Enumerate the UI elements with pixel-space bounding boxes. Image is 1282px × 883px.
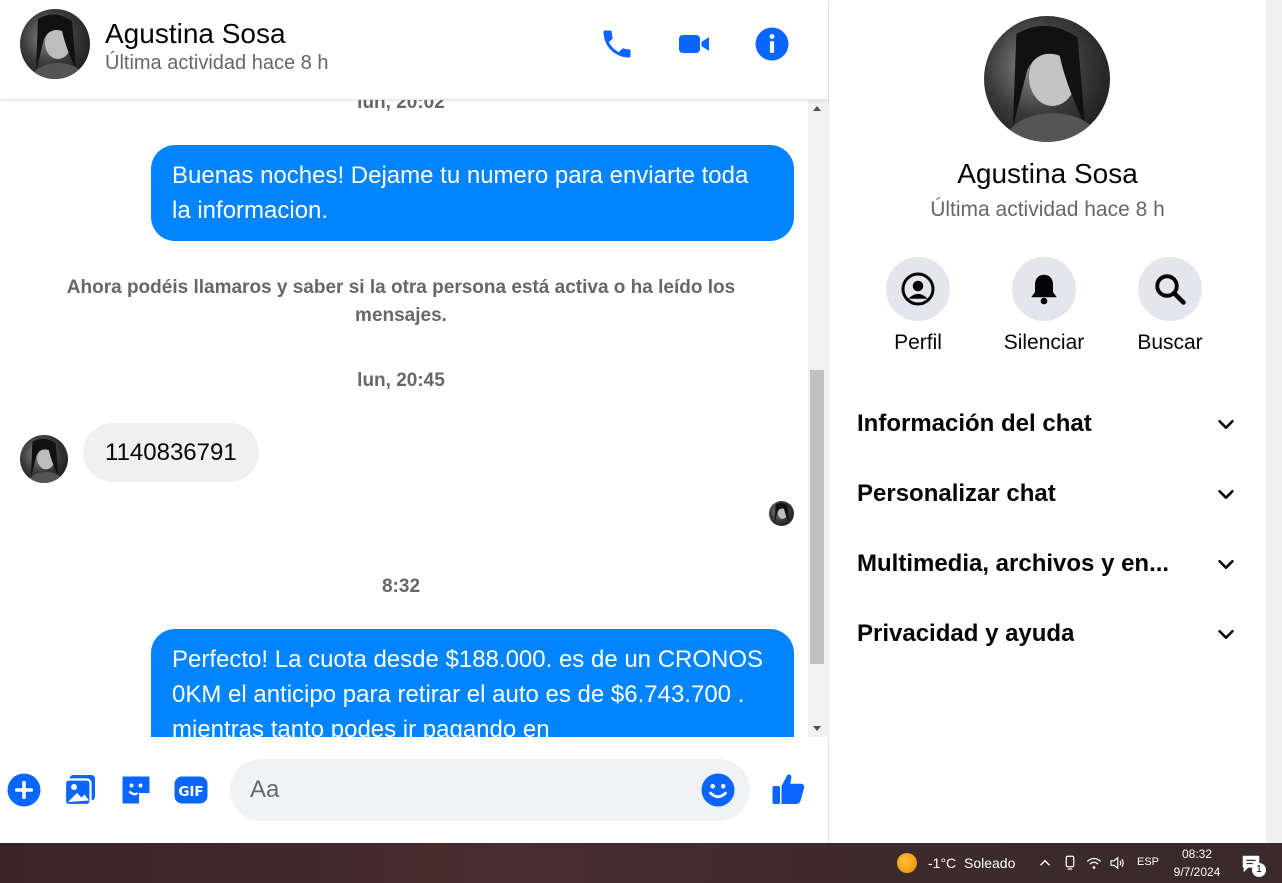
wifi-icon [1086,857,1102,869]
profile-icon [901,272,935,306]
section-title: Privacidad y ayuda [857,620,1075,647]
profile-action[interactable]: Perfil [858,257,978,355]
section-customize-chat[interactable]: Personalizar chat [857,469,1237,519]
chevron-down-icon [1218,489,1234,499]
video-camera-icon [679,35,709,53]
svg-text:GIF: GIF [178,784,203,800]
sun-icon[interactable] [897,853,917,873]
section-privacy-help[interactable]: Privacidad y ayuda [857,609,1237,659]
conversation-info-button[interactable] [752,24,792,64]
window-right-edge [1266,0,1282,843]
scroll-thumb[interactable] [810,370,824,664]
timestamp: lun, 20:45 [357,370,445,391]
photo-icon [63,775,95,807]
add-icon [7,773,41,807]
emoji-icon [701,773,735,807]
chevron-up-icon [1040,859,1050,866]
more-actions-button[interactable] [6,772,42,808]
emoji-button[interactable] [700,772,736,808]
section-chat-info[interactable]: Información del chat [857,399,1237,449]
tray-network-button[interactable] [1085,854,1103,872]
system-notice: Ahora podéis llamaros y saber si la otra… [66,277,736,326]
sender-avatar[interactable] [20,435,68,483]
taskbar: -1°C Soleado ESP 08:32 9/7/2024 1 [0,843,1282,883]
conversation-info-panel: Agustina Sosa Última actividad hace 8 h … [829,0,1266,843]
video-call-button[interactable] [674,24,714,64]
send-like-button[interactable] [771,771,807,807]
contact-status: Última actividad hace 8 h [105,52,329,74]
chevron-down-icon [1218,559,1234,569]
tray-device-button[interactable] [1061,854,1079,872]
chevron-down-icon [1218,629,1234,639]
voice-call-button[interactable] [597,24,637,64]
section-title: Multimedia, archivos y en... [857,550,1170,577]
device-icon [1065,855,1075,870]
contact-name[interactable]: Agustina Sosa [105,18,286,50]
attach-photo-button[interactable] [62,772,98,808]
tray-overflow-button[interactable] [1036,854,1054,872]
gif-icon: GIF [174,776,208,804]
message-scrollbar[interactable] [808,100,828,737]
weather-temperature[interactable]: -1°C [928,855,956,871]
profile-action-label: Perfil [894,331,942,354]
outgoing-message[interactable]: Perfecto! La cuota desde $188.000. es de… [151,629,794,737]
section-title: Personalizar chat [857,480,1056,507]
message-list[interactable]: lun, 20:02 Buenas noches! Dejame tu nume… [0,100,808,737]
speaker-icon [1110,856,1124,870]
chat-pane: Agustina Sosa Última actividad hace 8 h … [0,0,828,843]
sticker-icon [122,776,150,804]
gif-button[interactable]: GIF [173,772,209,808]
timestamp: 8:32 [381,576,421,597]
contact-avatar[interactable] [20,9,90,79]
timestamp: lun, 20:02 [357,100,445,113]
like-icon [772,774,805,804]
clock-date[interactable]: 9/7/2024 [1166,865,1228,879]
section-media-files[interactable]: Multimedia, archivos y en... [857,539,1237,589]
composer: GIF [0,737,828,843]
bell-icon [1031,274,1057,305]
scroll-up-arrow[interactable] [813,106,821,111]
scroll-down-arrow[interactable] [813,726,821,731]
search-icon [1155,274,1186,305]
message-input[interactable] [250,759,690,821]
info-icon [755,27,789,61]
incoming-message[interactable]: 1140836791 [83,423,259,482]
search-action[interactable]: Buscar [1110,257,1230,355]
read-receipt-avatar [769,501,794,526]
clock-time[interactable]: 08:32 [1172,847,1222,861]
search-action-label: Buscar [1137,331,1203,354]
mute-action[interactable]: Silenciar [984,257,1104,355]
chevron-down-icon [1218,419,1234,429]
sticker-button[interactable] [118,772,154,808]
input-language[interactable]: ESP [1137,856,1159,868]
info-contact-avatar[interactable] [984,16,1110,142]
notification-count-badge: 1 [1252,863,1266,877]
mute-action-label: Silenciar [1003,331,1085,354]
message-input-container[interactable] [230,759,750,821]
weather-description[interactable]: Soleado [964,855,1015,871]
chat-header: Agustina Sosa Última actividad hace 8 h [0,0,828,100]
section-title: Información del chat [857,410,1092,437]
phone-icon [603,30,631,58]
outgoing-message[interactable]: Buenas noches! Dejame tu numero para env… [151,145,794,241]
info-contact-name: Agustina Sosa [957,158,1138,189]
tray-volume-button[interactable] [1108,854,1126,872]
info-contact-status: Última actividad hace 8 h [930,198,1165,221]
